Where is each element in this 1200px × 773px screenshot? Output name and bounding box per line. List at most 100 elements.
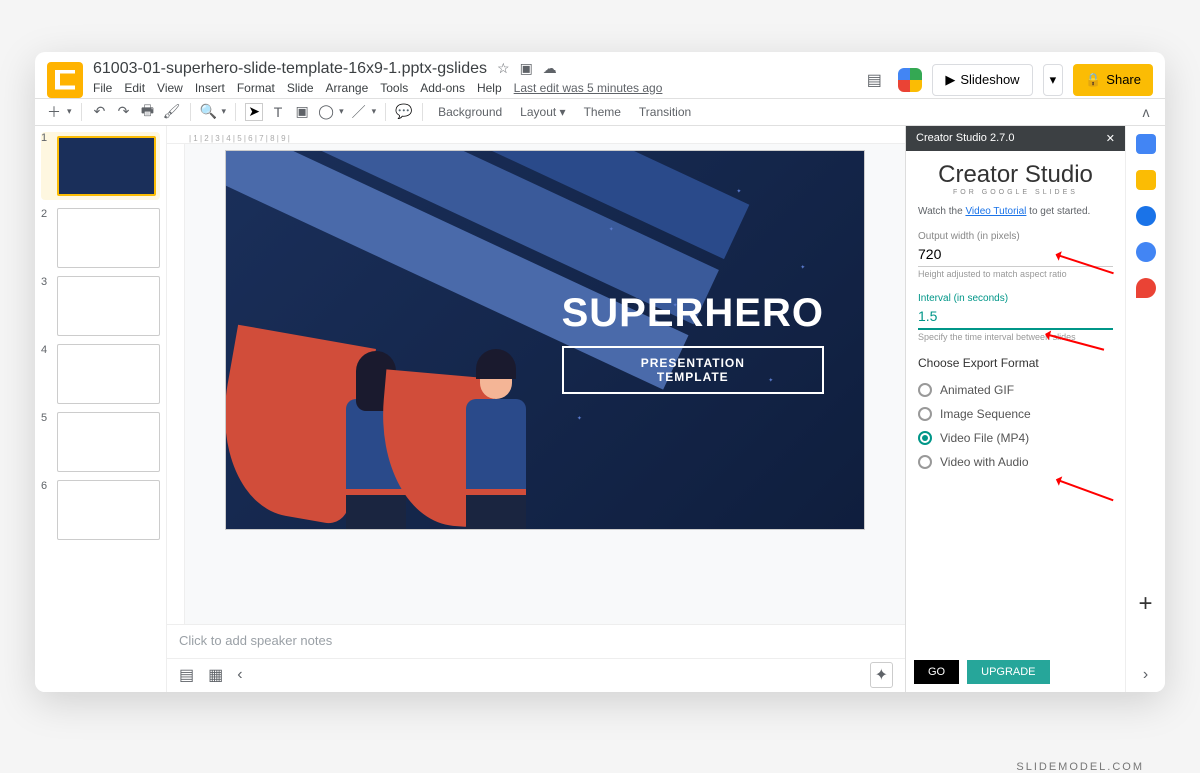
opt-audio[interactable]: Video with Audio	[918, 450, 1113, 474]
thumb-2[interactable]: 2	[41, 208, 160, 268]
sidebar-header: Creator Studio 2.7.0 ✕	[906, 126, 1125, 151]
thumb-num: 2	[41, 208, 47, 220]
canvas-wrap: | 1 | 2 | 3 | 4 | 5 | 6 | 7 | 8 | 9 | ✦✦…	[167, 126, 905, 692]
sidebar-title: Creator Studio 2.7.0	[916, 132, 1014, 144]
titlebar: 61003-01-superhero-slide-template-16x9-1…	[35, 52, 1165, 98]
menu-view[interactable]: View	[157, 81, 183, 95]
select-icon[interactable]: ➤	[245, 103, 263, 121]
add-icon[interactable]: +	[1136, 594, 1156, 614]
radio-icon	[918, 383, 932, 397]
watch-text: Watch the Video Tutorial to get started.	[918, 206, 1113, 217]
slide[interactable]: ✦✦✦✦✦✦ SUPERHERO	[225, 150, 865, 530]
menu-slide[interactable]: Slide	[287, 81, 314, 95]
zoom-icon[interactable]: 🔍	[200, 103, 218, 121]
export-header: Choose Export Format	[918, 356, 1113, 370]
collapse-left-icon[interactable]: ‹	[237, 666, 242, 684]
slide-title-block: SUPERHERO PRESENTATION TEMPLATE	[562, 291, 824, 394]
cloud-icon[interactable]: ☁	[543, 60, 557, 77]
interval-field: Interval (in seconds) Specify the time i…	[918, 293, 1113, 342]
app-window: 61003-01-superhero-slide-template-16x9-1…	[35, 52, 1165, 692]
tasks-icon[interactable]	[1136, 206, 1156, 226]
toolbar: ＋▾ ↶ ↷ 🖶 🖌 🔍▾ ➤ T ▣ ◯▾ ／▾ 💬 Background L…	[35, 98, 1165, 126]
content-area: 1 2 3 4 5 6 | 1 | 2 | 3 | 4 | 5 | 6 | 7 …	[35, 126, 1165, 692]
keep-icon[interactable]	[1136, 170, 1156, 190]
line-icon[interactable]: ／	[350, 103, 368, 121]
thumb-num: 6	[41, 480, 47, 492]
slideshow-caret-button[interactable]: ▾	[1043, 64, 1064, 96]
thumb-num: 4	[41, 344, 47, 356]
theme-button[interactable]: Theme	[578, 103, 627, 121]
textbox-icon[interactable]: T	[269, 103, 287, 121]
menu-arrange[interactable]: Arrange	[326, 81, 369, 95]
menu-insert[interactable]: Insert	[195, 81, 225, 95]
menu-tools[interactable]: Tools	[380, 81, 408, 95]
thumb-3[interactable]: 3	[41, 276, 160, 336]
image-icon[interactable]: ▣	[293, 103, 311, 121]
thumb-4[interactable]: 4	[41, 344, 160, 404]
layout-button[interactable]: Layout ▾	[514, 103, 571, 121]
rail-collapse-icon[interactable]: ›	[1143, 666, 1148, 684]
video-tutorial-link[interactable]: Video Tutorial	[965, 206, 1026, 217]
radio-icon	[918, 431, 932, 445]
bottom-bar: ▤ ▦ ‹ ✦	[167, 658, 905, 692]
undo-icon[interactable]: ↶	[91, 103, 109, 121]
contacts-icon[interactable]	[1136, 242, 1156, 262]
share-button[interactable]: 🔒 Share	[1073, 64, 1153, 96]
annotation-arrow-icon	[1056, 478, 1113, 500]
comment-icon[interactable]: 💬	[395, 103, 413, 121]
menu-edit[interactable]: Edit	[124, 81, 145, 95]
collapse-icon[interactable]: ʌ	[1137, 103, 1155, 121]
menu-help[interactable]: Help	[477, 81, 502, 95]
background-button[interactable]: Background	[432, 103, 508, 121]
print-icon[interactable]: 🖶	[139, 103, 157, 121]
doc-title[interactable]: 61003-01-superhero-slide-template-16x9-1…	[93, 60, 487, 78]
menu-addons[interactable]: Add-ons	[420, 81, 465, 95]
move-icon[interactable]: ▣	[520, 60, 533, 77]
brand-sub: FOR GOOGLE SLIDES	[918, 189, 1113, 196]
last-edit-link[interactable]: Last edit was 5 minutes ago	[514, 81, 663, 95]
redo-icon[interactable]: ↷	[115, 103, 133, 121]
canvas[interactable]: ✦✦✦✦✦✦ SUPERHERO	[185, 144, 905, 624]
speaker-notes[interactable]: Click to add speaker notes	[167, 624, 905, 658]
title-column: 61003-01-superhero-slide-template-16x9-1…	[93, 60, 850, 95]
slideshow-button[interactable]: ▶ Slideshow	[932, 64, 1032, 96]
thumb-5[interactable]: 5	[41, 412, 160, 472]
opt-gif[interactable]: Animated GIF	[918, 378, 1113, 402]
menu-format[interactable]: Format	[237, 81, 275, 95]
opt-seq[interactable]: Image Sequence	[918, 402, 1113, 426]
doc-title-row: 61003-01-superhero-slide-template-16x9-1…	[93, 60, 850, 78]
opt-seq-label: Image Sequence	[940, 407, 1031, 421]
meet-icon[interactable]	[898, 68, 922, 92]
paint-icon[interactable]: 🖌	[163, 103, 181, 121]
share-button-label: Share	[1106, 72, 1141, 87]
thumbnail-panel: 1 2 3 4 5 6	[35, 126, 167, 692]
close-icon[interactable]: ✕	[1106, 132, 1115, 145]
maps-icon[interactable]	[1136, 278, 1156, 298]
grid-icon[interactable]: ▦	[208, 665, 223, 685]
opt-mp4[interactable]: Video File (MP4)	[918, 426, 1113, 450]
comments-icon[interactable]: ▤	[860, 66, 888, 94]
filmstrip-icon[interactable]: ▤	[179, 665, 194, 685]
thumb-1[interactable]: 1	[41, 132, 160, 200]
upgrade-button[interactable]: UPGRADE	[967, 660, 1049, 684]
slide-subtitle-2: TEMPLATE	[588, 370, 798, 384]
new-slide-icon[interactable]: ＋	[45, 103, 63, 121]
menu-file[interactable]: File	[93, 81, 112, 95]
thumb-num: 5	[41, 412, 47, 424]
thumb-num: 1	[41, 132, 47, 144]
interval-input[interactable]	[918, 304, 1113, 330]
thumb-num: 3	[41, 276, 47, 288]
slides-logo-icon	[47, 62, 83, 98]
thumb-6[interactable]: 6	[41, 480, 160, 540]
shape-icon[interactable]: ◯	[317, 103, 335, 121]
transition-button[interactable]: Transition	[633, 103, 697, 121]
star-icon[interactable]: ☆	[497, 60, 510, 77]
go-button[interactable]: GO	[914, 660, 959, 684]
ruler-top: | 1 | 2 | 3 | 4 | 5 | 6 | 7 | 8 | 9 |	[167, 126, 905, 144]
brand: Creator Studio FOR GOOGLE SLIDES	[918, 161, 1113, 196]
interval-label: Interval (in seconds)	[918, 293, 1113, 304]
width-field: Output width (in pixels) Height adjusted…	[918, 231, 1113, 279]
explore-icon[interactable]: ✦	[870, 662, 893, 688]
calendar-icon[interactable]	[1136, 134, 1156, 154]
menu-bar: File Edit View Insert Format Slide Arran…	[93, 81, 850, 95]
